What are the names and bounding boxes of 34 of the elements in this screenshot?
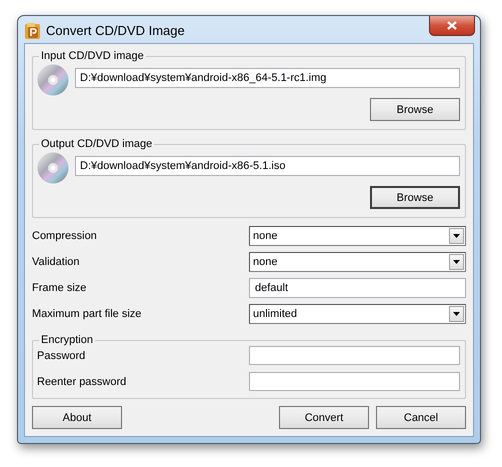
- caret-icon: [453, 260, 460, 264]
- caret-icon: [453, 234, 460, 238]
- group-label: Output CD/DVD image: [40, 138, 154, 150]
- dropdown-arrow-button[interactable]: [449, 306, 464, 322]
- text-field[interactable]: default: [249, 278, 466, 298]
- dropdown-arrow-button[interactable]: [449, 228, 464, 244]
- app-icon: [25, 23, 40, 39]
- dropdown[interactable]: none: [249, 252, 466, 272]
- password-field[interactable]: [249, 346, 460, 365]
- window-title: Convert CD/DVD Image: [46, 23, 185, 38]
- field-label: Validation: [32, 256, 80, 268]
- password-field[interactable]: [249, 372, 460, 391]
- dropdown-arrow-button[interactable]: [449, 254, 464, 270]
- group-label: Encryption: [40, 334, 94, 346]
- dropdown[interactable]: none: [249, 226, 466, 246]
- about-button[interactable]: About: [32, 406, 122, 429]
- path-field[interactable]: D:¥download¥system¥android-x86-5.1.iso: [75, 156, 460, 176]
- field-label: Reenter password: [37, 376, 126, 388]
- cancel-button[interactable]: Cancel: [376, 406, 466, 429]
- field-label: Maximum part file size: [32, 308, 142, 320]
- disc-icon: [37, 64, 69, 96]
- browse-button[interactable]: Browse: [370, 98, 460, 121]
- group-label: Input CD/DVD image: [40, 50, 145, 62]
- path-field[interactable]: D:¥download¥system¥android-x86_64-5.1-rc1.img: [75, 68, 460, 88]
- close-icon: [447, 21, 457, 30]
- field-label: Password: [37, 350, 86, 362]
- dropdown[interactable]: unlimited: [249, 304, 466, 324]
- field-label: Compression: [32, 230, 97, 242]
- disc-icon: [37, 152, 69, 184]
- convert-button[interactable]: Convert: [279, 406, 369, 429]
- close-button[interactable]: [429, 16, 475, 36]
- caret-icon: [453, 312, 460, 316]
- browse-button[interactable]: Browse: [370, 186, 460, 209]
- field-label: Frame size: [32, 282, 86, 294]
